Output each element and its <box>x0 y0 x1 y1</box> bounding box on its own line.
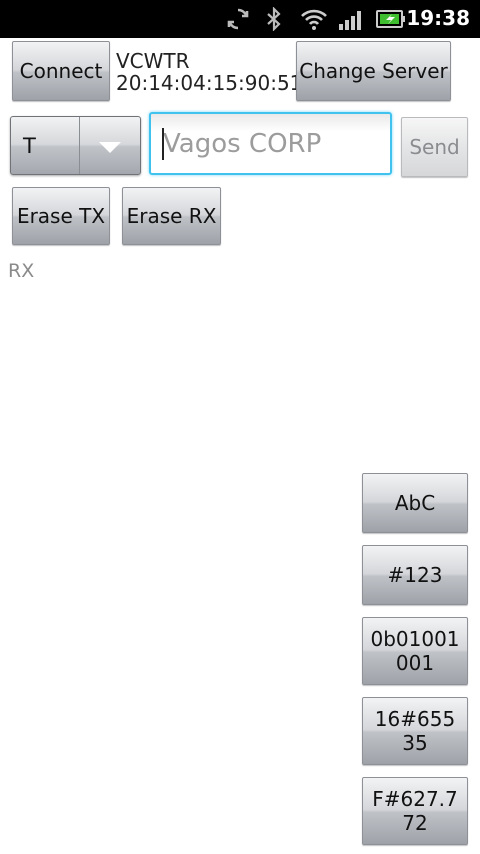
message-input-placeholder: Vagos CORP <box>163 129 322 159</box>
device-address: 20:14:04:15:90:51 <box>116 71 303 95</box>
signal-icon <box>339 11 361 30</box>
format-button-line1: #123 <box>387 563 443 587</box>
wifi-icon <box>301 9 327 30</box>
format-text-button[interactable]: AbC <box>362 473 468 533</box>
status-bar: 19:38 <box>0 0 480 38</box>
sync-icon <box>227 8 249 30</box>
mode-spinner[interactable]: T <box>10 116 141 175</box>
send-button[interactable]: Send <box>401 117 468 177</box>
app-screen: 19:38 Connect VCWTR 20:14:04:15:90:51 Ch… <box>0 0 480 854</box>
format-button-line2: 72 <box>402 811 428 835</box>
chevron-down-icon <box>99 142 121 153</box>
text-caret <box>162 128 164 160</box>
device-name: VCWTR <box>116 49 190 73</box>
spinner-divider <box>79 117 80 174</box>
format-button-line2: 35 <box>402 731 428 755</box>
bluetooth-icon <box>267 7 281 31</box>
format-button-line1: 16#655 <box>374 707 456 731</box>
spinner-value: T <box>23 134 36 158</box>
connect-button[interactable]: Connect <box>12 41 110 101</box>
format-hex-button[interactable]: 16#655 35 <box>362 697 468 765</box>
format-decimal-button[interactable]: #123 <box>362 545 468 605</box>
status-time: 19:38 <box>406 6 470 30</box>
device-info: VCWTR 20:14:04:15:90:51 <box>116 50 302 94</box>
format-button-line1: AbC <box>394 491 436 515</box>
format-button-line1: F#627.7 <box>372 787 458 811</box>
format-binary-button[interactable]: 0b01001 001 <box>362 617 468 685</box>
change-server-button[interactable]: Change Server <box>296 41 451 101</box>
erase-rx-button[interactable]: Erase RX <box>122 187 221 245</box>
format-button-line2: 001 <box>395 651 435 675</box>
format-button-line1: 0b01001 <box>370 627 460 651</box>
format-float-button[interactable]: F#627.7 72 <box>362 777 468 845</box>
battery-charging-icon <box>376 10 405 28</box>
rx-label: RX <box>8 260 35 282</box>
erase-tx-button[interactable]: Erase TX <box>12 187 110 245</box>
message-input[interactable]: Vagos CORP <box>149 112 392 175</box>
